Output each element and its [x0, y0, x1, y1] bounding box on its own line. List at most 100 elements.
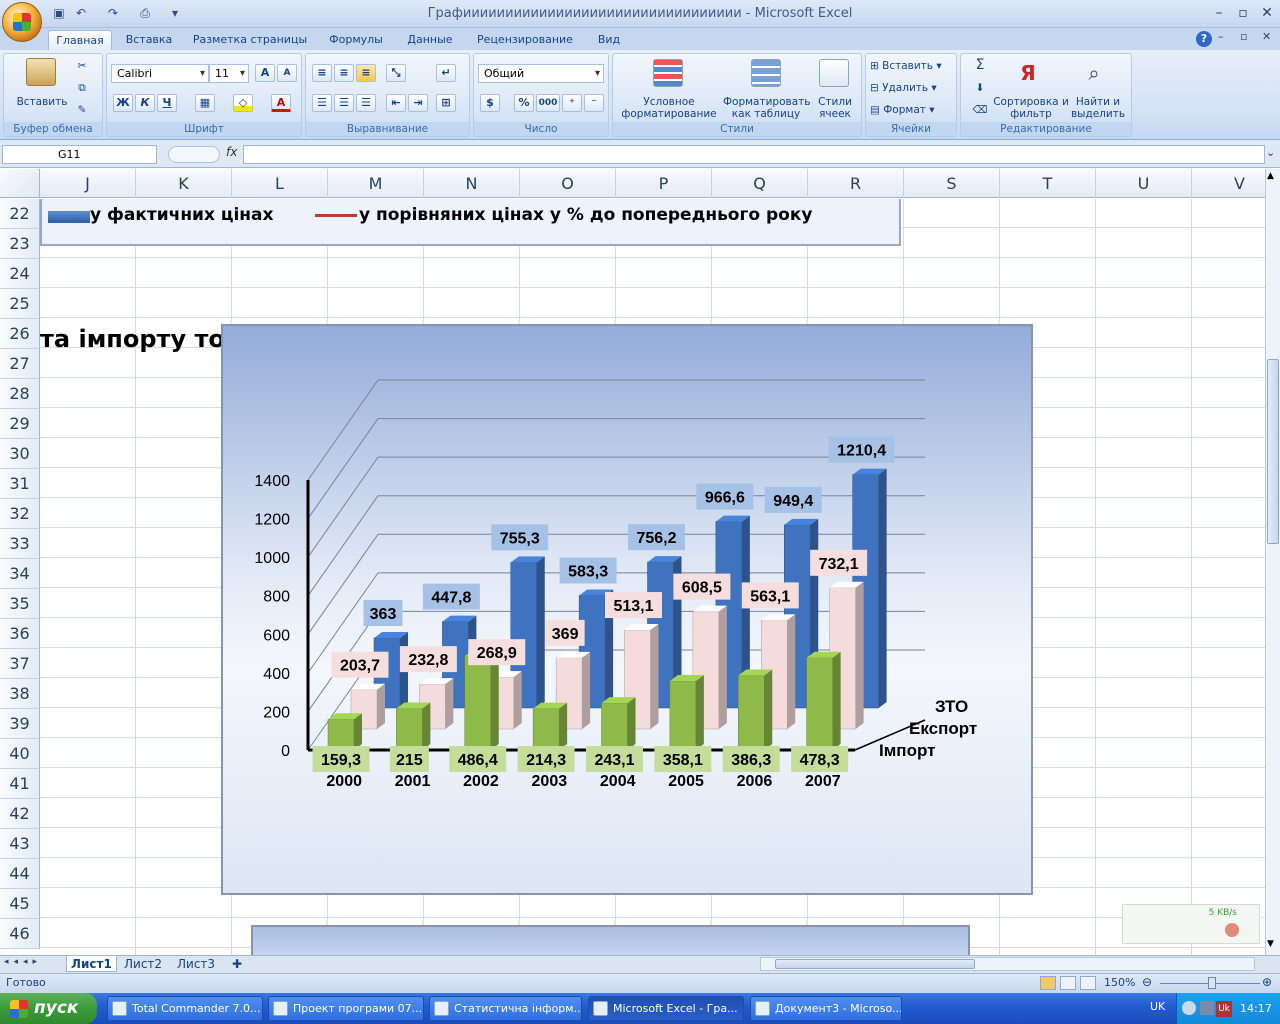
clear-icon[interactable]: ⌫: [967, 104, 993, 116]
copy-icon[interactable]: ⧉: [74, 82, 90, 94]
align-right-icon[interactable]: ☰: [356, 94, 376, 112]
zoom-out-icon[interactable]: ⊖: [1142, 975, 1152, 989]
align-center-icon[interactable]: ☰: [334, 94, 354, 112]
tab-page-layout[interactable]: Разметка страницы: [186, 30, 314, 50]
column-header-m[interactable]: M: [328, 169, 424, 198]
row-header-31[interactable]: 31: [0, 469, 40, 499]
ribbon-restore-button[interactable]: ▫: [1240, 30, 1247, 43]
row-header-35[interactable]: 35: [0, 589, 40, 619]
currency-icon[interactable]: $: [480, 94, 500, 112]
sheet-tab-3[interactable]: Лист3: [173, 956, 219, 972]
format-painter-icon[interactable]: ✎: [74, 104, 90, 116]
vertical-scroll-thumb[interactable]: [1267, 359, 1279, 544]
row-header-45[interactable]: 45: [0, 889, 40, 919]
paste-button[interactable]: Вставить: [12, 96, 72, 108]
row-header-33[interactable]: 33: [0, 529, 40, 559]
row-header-39[interactable]: 39: [0, 709, 40, 739]
grow-font-button[interactable]: A: [255, 64, 275, 82]
tray-back-icon[interactable]: [1182, 1001, 1196, 1015]
row-header-36[interactable]: 36: [0, 619, 40, 649]
horizontal-scrollbar[interactable]: [760, 957, 1255, 971]
align-top-icon[interactable]: ≡: [312, 64, 332, 82]
decrease-decimal-icon[interactable]: ⁻: [584, 94, 604, 112]
name-box[interactable]: G11: [2, 145, 157, 164]
zoom-slider-thumb[interactable]: [1208, 977, 1216, 989]
row-header-23[interactable]: 23: [0, 229, 40, 259]
row-header-26[interactable]: 26: [0, 319, 40, 349]
tab-review[interactable]: Рецензирование: [470, 30, 580, 50]
help-icon[interactable]: ?: [1196, 31, 1212, 47]
align-bottom-icon[interactable]: ≡: [356, 64, 376, 82]
row-header-37[interactable]: 37: [0, 649, 40, 679]
minimize-button[interactable]: –: [1208, 4, 1230, 22]
thousands-button[interactable]: 000: [536, 94, 560, 112]
page-layout-view-icon[interactable]: [1060, 976, 1076, 990]
row-header-28[interactable]: 28: [0, 379, 40, 409]
formula-cancel-enter-icon[interactable]: [168, 146, 220, 163]
row-header-46[interactable]: 46: [0, 919, 40, 949]
underline-button[interactable]: Ч: [157, 94, 177, 112]
sheet-nav-icons[interactable]: ◂◂◂▸: [4, 957, 42, 967]
font-size-combo[interactable]: 11: [209, 64, 249, 83]
sheet-tab-2[interactable]: Лист2: [120, 956, 166, 972]
workbook-close-button[interactable]: ✕: [1262, 30, 1271, 43]
scroll-down-icon[interactable]: ▼: [1267, 939, 1274, 949]
close-button[interactable]: ✕: [1256, 4, 1278, 22]
chart-area[interactable]: 0 200 400 600 800 1000 1200 1400 363 447,8 755,3 58…: [221, 324, 1033, 895]
zoom-level[interactable]: 150%: [1104, 976, 1135, 989]
percent-button[interactable]: %: [514, 94, 534, 112]
find-select-button[interactable]: Найти и выделить: [1067, 96, 1129, 120]
insert-sheet-icon[interactable]: ✚: [228, 956, 246, 972]
column-header-o[interactable]: O: [520, 169, 616, 198]
column-header-r[interactable]: R: [808, 169, 904, 198]
row-header-30[interactable]: 30: [0, 439, 40, 469]
insert-cells-button[interactable]: ⊞ Вставить ▾: [870, 60, 954, 72]
task-total-commander[interactable]: Total Commander 7.0...: [107, 996, 263, 1021]
column-header-l[interactable]: L: [232, 169, 328, 198]
vertical-scrollbar[interactable]: ▲ ▼: [1265, 169, 1280, 955]
row-header-42[interactable]: 42: [0, 799, 40, 829]
row-header-34[interactable]: 34: [0, 559, 40, 589]
zoom-in-icon[interactable]: ⊕: [1262, 975, 1272, 989]
expand-formula-bar-icon[interactable]: ⌄: [1266, 146, 1275, 159]
ribbon-minimize-button[interactable]: –: [1218, 30, 1224, 43]
wrap-text-icon[interactable]: ↵: [436, 64, 456, 82]
normal-view-icon[interactable]: [1040, 976, 1056, 990]
format-as-table-button[interactable]: Форматировать как таблицу: [723, 96, 810, 120]
column-header-q[interactable]: Q: [712, 169, 808, 198]
task-word-document3[interactable]: Документ3 - Microso...: [750, 996, 902, 1021]
row-header-40[interactable]: 40: [0, 739, 40, 769]
row-header-25[interactable]: 25: [0, 289, 40, 319]
row-header-29[interactable]: 29: [0, 409, 40, 439]
column-header-k[interactable]: K: [136, 169, 232, 198]
row-header-24[interactable]: 24: [0, 259, 40, 289]
italic-button[interactable]: К: [135, 94, 155, 112]
sort-filter-button[interactable]: Сортировка и фильтр: [993, 96, 1069, 120]
format-cells-button[interactable]: ▤ Формат ▾: [870, 104, 954, 116]
increase-indent-icon[interactable]: ⇥: [408, 94, 428, 112]
second-chart-area[interactable]: [251, 925, 970, 957]
number-format-combo[interactable]: Общий: [478, 64, 604, 83]
bold-button[interactable]: Ж: [113, 94, 133, 112]
column-header-p[interactable]: P: [616, 169, 712, 198]
shrink-font-button[interactable]: A: [277, 64, 297, 82]
autosum-button[interactable]: Σ: [967, 58, 993, 72]
borders-icon[interactable]: ▦: [195, 94, 215, 112]
task-word-statistics[interactable]: Статистична інформ...: [429, 996, 582, 1021]
delete-cells-button[interactable]: ⊟ Удалить ▾: [870, 82, 954, 94]
row-header-44[interactable]: 44: [0, 859, 40, 889]
font-name-combo[interactable]: Calibri: [111, 64, 209, 83]
font-color-icon[interactable]: A: [271, 94, 291, 112]
language-indicator[interactable]: UK: [1150, 1000, 1165, 1013]
tray-network-icon[interactable]: [1200, 1001, 1214, 1015]
align-left-icon[interactable]: ☰: [312, 94, 332, 112]
row-header-41[interactable]: 41: [0, 769, 40, 799]
tab-home[interactable]: Главная: [48, 30, 112, 50]
scroll-up-icon[interactable]: ▲: [1267, 171, 1274, 181]
task-excel[interactable]: Microsoft Excel - Гра...: [588, 996, 744, 1021]
row-header-43[interactable]: 43: [0, 829, 40, 859]
task-word-project[interactable]: Проект програми 07...: [268, 996, 424, 1021]
cell-styles-button[interactable]: Стили ячеек: [811, 96, 859, 120]
column-header-u[interactable]: U: [1096, 169, 1192, 198]
tray-keyboard-icon[interactable]: Uk: [1216, 1001, 1232, 1017]
